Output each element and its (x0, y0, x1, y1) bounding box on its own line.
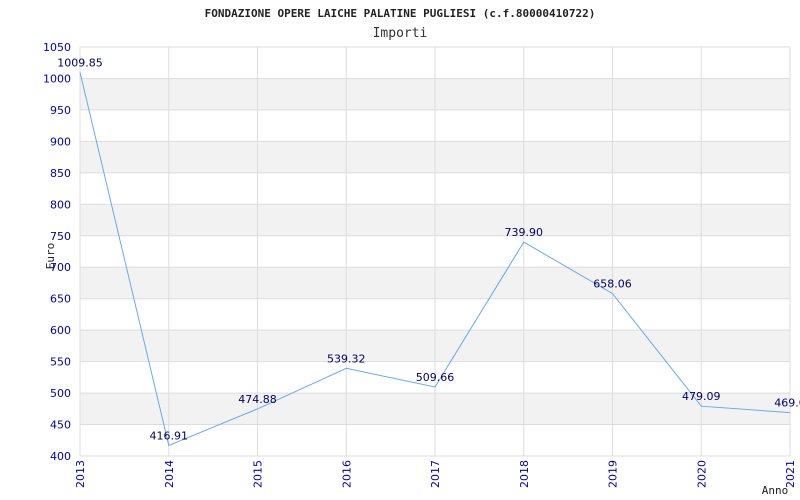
data-label: 658.06 (593, 278, 632, 291)
y-tick-label: 650 (50, 293, 71, 306)
data-label: 509.66 (416, 371, 455, 384)
line-chart: FONDAZIONE OPERE LAICHE PALATINE PUGLIES… (43, 7, 800, 497)
x-tick-label: 2021 (784, 460, 797, 488)
y-tick-label: 800 (50, 198, 71, 211)
y-tick-label: 850 (50, 167, 71, 180)
y-tick-label: 400 (50, 450, 71, 463)
data-label: 539.32 (327, 352, 366, 365)
x-tick-label: 2019 (607, 460, 620, 488)
data-label: 479.09 (682, 390, 721, 403)
data-label: 474.88 (238, 393, 277, 406)
x-tick-label: 2020 (695, 460, 708, 488)
y-tick-label: 550 (50, 356, 71, 369)
y-tick-label: 600 (50, 324, 71, 337)
chart-title: FONDAZIONE OPERE LAICHE PALATINE PUGLIES… (205, 7, 596, 20)
data-label: 416.91 (150, 429, 189, 442)
y-tick-label: 1050 (43, 41, 71, 54)
data-label: 469.0 (774, 397, 800, 410)
x-tick-label: 2017 (429, 460, 442, 488)
y-tick-label: 950 (50, 104, 71, 117)
y-tick-label: 1000 (43, 72, 71, 85)
x-tick-label: 2018 (518, 460, 531, 488)
data-label: 1009.85 (57, 56, 103, 69)
y-tick-label: 900 (50, 135, 71, 148)
data-label: 739.90 (505, 226, 544, 239)
x-tick-label: 2013 (74, 460, 87, 488)
y-tick-label: 700 (50, 261, 71, 274)
y-tick-label: 500 (50, 387, 71, 400)
x-tick-label: 2014 (163, 460, 176, 488)
x-tick-label: 2016 (340, 460, 353, 488)
y-tick-label: 750 (50, 230, 71, 243)
y-tick-label: 450 (50, 419, 71, 432)
chart-subtitle: Importi (373, 26, 428, 41)
x-tick-label: 2015 (252, 460, 265, 488)
x-tick-labels: 2013 2014 2015 2016 2017 2018 2019 2020 2021 (74, 460, 797, 488)
